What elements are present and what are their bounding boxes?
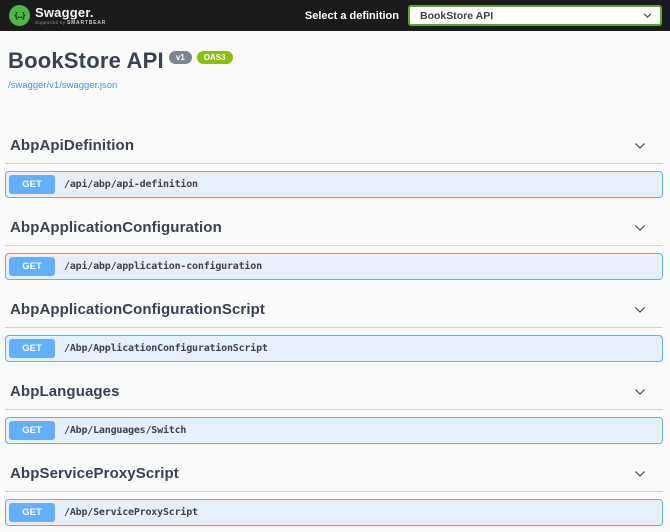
method-badge: GET: [9, 257, 55, 276]
tagline-prefix: Supported by: [35, 19, 66, 25]
spec-url-link[interactable]: /swagger/v1/swagger.json: [8, 80, 117, 91]
tag-header[interactable]: AbpServiceProxyScript: [5, 457, 663, 492]
tag-header[interactable]: AbpLanguages: [5, 375, 663, 410]
method-badge: GET: [9, 175, 55, 194]
braces-glyph: {…}: [13, 11, 26, 20]
operation-path: /api/abp/api-definition: [64, 179, 198, 190]
chevron-down-icon: [643, 13, 652, 19]
operation-row[interactable]: GET /api/abp/api-definition: [5, 171, 663, 198]
method-badge: GET: [9, 339, 55, 358]
method-badge: GET: [9, 503, 55, 522]
tag-operations: GET /api/abp/api-definition: [5, 171, 663, 198]
tag-title: AbpApplicationConfiguration: [10, 219, 222, 236]
tag-section: AbpApplicationConfiguration GET /api/abp…: [5, 211, 663, 280]
operation-path: /Abp/ApplicationConfigurationScript: [64, 343, 268, 354]
definition-picker: Select a definition BookStore API: [305, 5, 662, 26]
tag-operations: GET /Abp/ApplicationConfigurationScript: [5, 335, 663, 362]
tag-header[interactable]: AbpApplicationConfigurationScript: [5, 293, 663, 328]
definition-select-value: BookStore API: [420, 9, 494, 22]
operations-list: AbpApiDefinition GET /api/abp/api-defini…: [0, 129, 670, 532]
chevron-down-icon[interactable]: [633, 221, 647, 235]
tag-header[interactable]: AbpApiDefinition: [5, 129, 663, 164]
swagger-ui-page: {…} Swagger. Supported by SMARTBEAR Sele…: [0, 0, 670, 532]
swagger-logo-link[interactable]: {…} Swagger. Supported by SMARTBEAR: [9, 5, 106, 26]
version-badge: v1: [168, 51, 192, 64]
brand-text: Swagger. Supported by SMARTBEAR: [35, 6, 106, 26]
tag-operations: GET /Abp/Languages/Switch: [5, 417, 663, 444]
oas-badge: OAS3: [196, 51, 233, 64]
topbar: {…} Swagger. Supported by SMARTBEAR Sele…: [0, 0, 670, 31]
select-definition-label: Select a definition: [304, 9, 399, 22]
main-content: BookStore API v1 OAS3 /swagger/v1/swagge…: [0, 31, 670, 532]
information-container: BookStore API v1 OAS3 /swagger/v1/swagge…: [0, 31, 670, 129]
tag-section: AbpApiDefinition GET /api/abp/api-defini…: [5, 129, 663, 198]
tag-section: AbpServiceProxyScript GET /Abp/ServicePr…: [5, 457, 663, 526]
chevron-down-icon[interactable]: [633, 467, 647, 481]
operation-row[interactable]: GET /api/abp/application-configuration: [5, 253, 663, 280]
tag-title: AbpLanguages: [10, 383, 120, 400]
operation-path: /api/abp/application-configuration: [64, 261, 262, 272]
operation-row[interactable]: GET /Abp/Languages/Switch: [5, 417, 663, 444]
brand-tagline: Supported by SMARTBEAR: [35, 19, 107, 26]
tag-title: AbpApiDefinition: [10, 137, 135, 154]
tag-header[interactable]: AbpApplicationConfiguration: [5, 211, 663, 246]
chevron-down-icon[interactable]: [633, 303, 647, 317]
operation-row[interactable]: GET /Abp/ApplicationConfigurationScript: [5, 335, 663, 362]
operation-row[interactable]: GET /Abp/ServiceProxyScript: [5, 499, 663, 526]
definition-select[interactable]: BookStore API: [408, 5, 662, 26]
tag-section: AbpLanguages GET /Abp/Languages/Switch: [5, 375, 663, 444]
tag-title: AbpServiceProxyScript: [10, 465, 179, 482]
api-title: BookStore API: [8, 48, 164, 73]
chevron-down-icon[interactable]: [633, 385, 647, 399]
method-badge: GET: [9, 421, 55, 440]
title-row: BookStore API v1 OAS3: [8, 48, 662, 74]
chevron-down-icon[interactable]: [633, 139, 647, 153]
operation-path: /Abp/ServiceProxyScript: [64, 507, 198, 518]
tag-operations: GET /api/abp/application-configuration: [5, 253, 663, 280]
brand-name: Swagger.: [35, 4, 94, 20]
tag-title: AbpApplicationConfigurationScript: [10, 301, 265, 318]
tagline-company: SMARTBEAR: [66, 19, 107, 26]
operation-path: /Abp/Languages/Switch: [64, 425, 187, 436]
swagger-logo-icon: {…}: [9, 5, 30, 26]
tag-section: AbpApplicationConfigurationScript GET /A…: [5, 293, 663, 362]
tag-operations: GET /Abp/ServiceProxyScript: [5, 499, 663, 526]
